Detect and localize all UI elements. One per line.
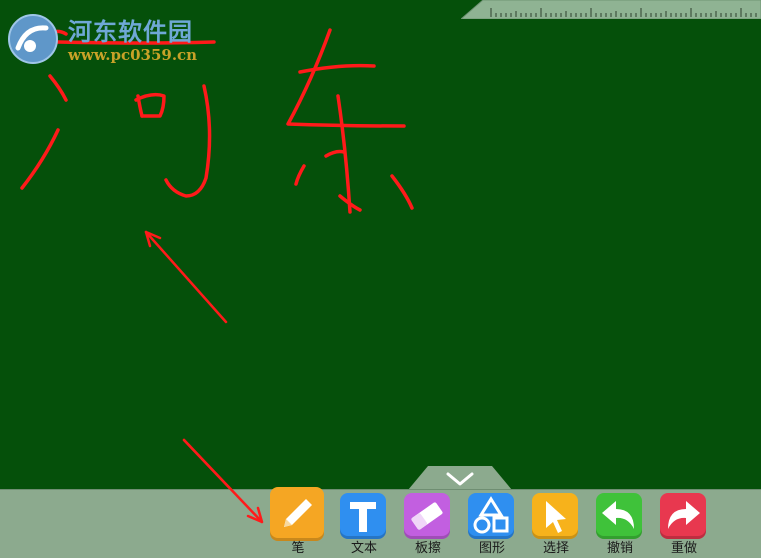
redo-label: 重做 [670, 541, 697, 556]
pen-tool-label: 笔 [291, 541, 305, 556]
ink-stroke [164, 84, 212, 198]
whiteboard-canvas[interactable]: 河东软件园 www.pc0359.cn [0, 0, 761, 489]
watermark-title: 河东软件园 [68, 17, 193, 46]
annotation-arrow [182, 438, 233, 489]
ink-stroke [48, 74, 68, 102]
collapse-toolbar-button[interactable] [408, 466, 512, 490]
eraser-tool-button[interactable]: 板擦 [398, 493, 458, 557]
shapes-tool-label: 图形 [478, 541, 505, 556]
ink-stroke [20, 128, 60, 190]
pen-icon [270, 487, 324, 541]
eraser-icon [404, 493, 450, 539]
ink-stroke [286, 28, 406, 128]
ink-stroke [294, 164, 306, 186]
watermark-logo-icon [8, 14, 58, 64]
undo-label: 撤销 [606, 541, 633, 556]
select-tool-button[interactable]: 选择 [526, 493, 586, 557]
undo-button[interactable]: 撤销 [590, 493, 650, 557]
ink-stroke [298, 63, 376, 74]
shapes-icon [468, 493, 514, 539]
select-tool-label: 选择 [542, 541, 569, 556]
watermark-url: www.pc0359.cn [68, 46, 198, 64]
undo-icon [596, 493, 642, 539]
text-tool-button[interactable]: 文本 [334, 493, 394, 557]
watermark: 河东软件园 www.pc0359.cn [6, 10, 226, 68]
ink-stroke [390, 174, 414, 210]
annotation-arrow [144, 230, 228, 324]
pen-tool-button[interactable]: 笔 [268, 487, 328, 557]
shapes-tool-button[interactable]: 图形 [462, 493, 522, 557]
ink-stroke [324, 149, 346, 158]
redo-icon [660, 493, 706, 539]
redo-button[interactable]: 重做 [654, 493, 714, 557]
cursor-icon [532, 493, 578, 539]
eraser-tool-label: 板擦 [414, 541, 441, 556]
text-tool-label: 文本 [350, 541, 377, 556]
handwriting-ink [20, 28, 414, 489]
text-t-icon [340, 493, 386, 539]
